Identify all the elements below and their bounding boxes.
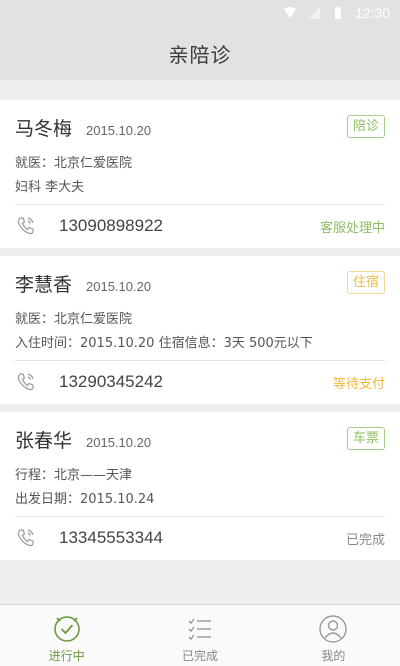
- title-bar: 亲陪诊: [0, 26, 400, 80]
- tab-completed[interactable]: 已完成: [133, 605, 266, 666]
- phone-icon[interactable]: [15, 527, 37, 549]
- order-detail-line2: 出发日期：2015.10.24: [15, 492, 155, 507]
- order-detail-line1: 就医：北京仁爱医院: [15, 312, 133, 327]
- signal-icon: [307, 7, 320, 19]
- phone-number[interactable]: 13090898922: [59, 216, 163, 236]
- order-status: 等待支付: [332, 376, 385, 392]
- battery-icon: [334, 6, 341, 19]
- order-date: 2015.10.20: [86, 279, 152, 294]
- order-detail-line1: 行程：北京——天津: [15, 468, 133, 483]
- service-tag: 陪诊: [346, 115, 385, 138]
- order-date: 2015.10.20: [86, 123, 152, 138]
- order-card[interactable]: 张春华 2015.10.20 车票 行程：北京——天津 出发日期：2015.10…: [0, 412, 400, 560]
- order-date: 2015.10.20: [86, 435, 152, 450]
- order-card[interactable]: 李慧香 2015.10.20 住宿 就医：北京仁爱医院 入住时间：2015.10…: [0, 256, 400, 404]
- status-time: 12:30: [354, 5, 390, 21]
- phone-icon[interactable]: [15, 371, 37, 393]
- order-status: 客服处理中: [319, 220, 385, 236]
- tab-label: 我的: [321, 649, 346, 663]
- phone-icon[interactable]: [15, 215, 37, 237]
- order-detail-line2: 入住时间：2015.10.20 住宿信息：3天 500元以下: [15, 336, 313, 351]
- tab-label: 已完成: [181, 649, 218, 663]
- page-title: 亲陪诊: [168, 42, 232, 67]
- patient-name: 李慧香: [15, 274, 73, 296]
- order-status: 已完成: [345, 532, 385, 548]
- clock-check-icon: [53, 616, 80, 642]
- phone-number[interactable]: 13290345242: [59, 372, 163, 392]
- checklist-icon: [188, 618, 211, 641]
- tab-label: 进行中: [48, 649, 85, 663]
- service-tag: 住宿: [346, 271, 385, 294]
- phone-number[interactable]: 13345553344: [59, 528, 163, 548]
- service-tag: 车票: [346, 427, 385, 450]
- order-detail-line1: 就医：北京仁爱医院: [15, 156, 133, 171]
- order-detail-line2: 妇科 李大夫: [15, 180, 85, 195]
- tab-mine[interactable]: 我的: [267, 605, 400, 666]
- patient-name: 马冬梅: [15, 118, 73, 140]
- bottom-tab-bar: 进行中 已完成 我的: [0, 604, 400, 666]
- order-card[interactable]: 马冬梅 2015.10.20 陪诊 就医：北京仁爱医院 妇科 李大夫 13090…: [0, 100, 400, 248]
- patient-name: 张春华: [15, 430, 73, 452]
- user-icon: [319, 615, 348, 643]
- tab-in-progress[interactable]: 进行中: [0, 605, 133, 666]
- wifi-icon: [283, 7, 296, 18]
- status-bar: 12:30: [0, 0, 400, 26]
